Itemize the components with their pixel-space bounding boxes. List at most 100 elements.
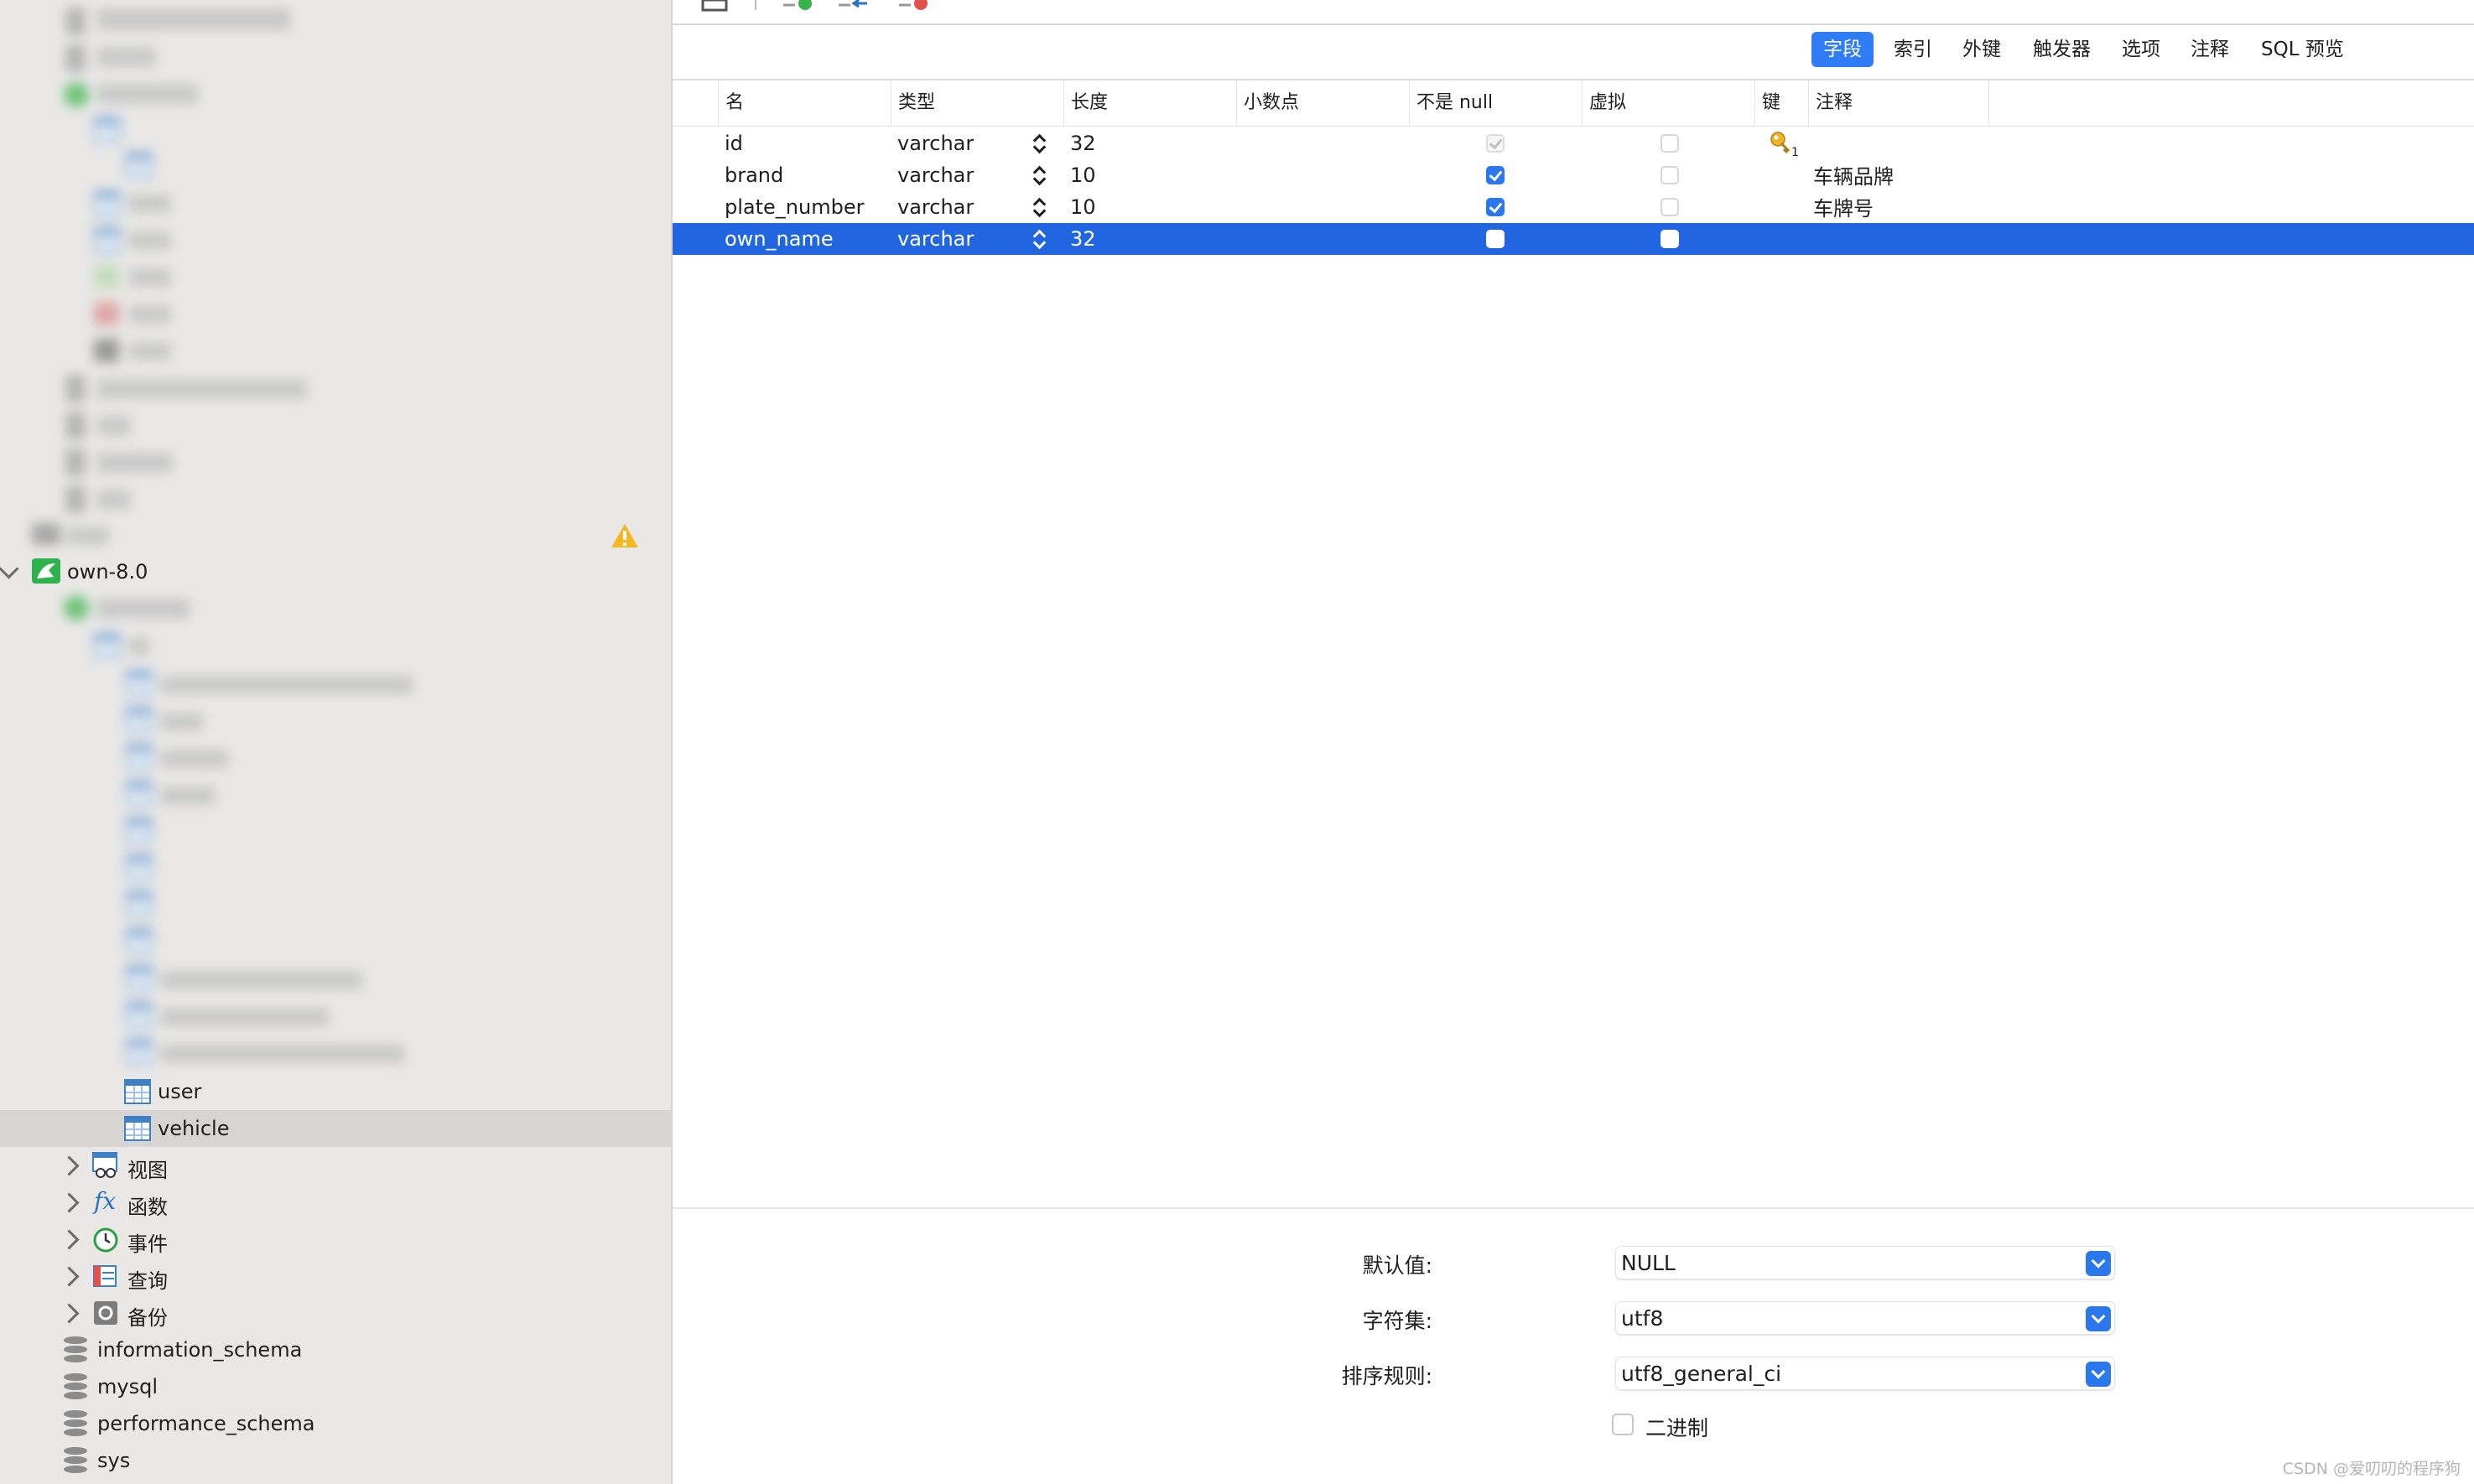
tab-options[interactable]: 选项: [2110, 32, 2172, 67]
add-field-icon[interactable]: [782, 0, 819, 12]
column-header-not-null[interactable]: 不是 null: [1409, 80, 1582, 126]
tab-sql-preview[interactable]: SQL 预览: [2249, 32, 2356, 67]
field-length[interactable]: 32: [1070, 127, 1096, 159]
column-header-comment[interactable]: 注释: [1808, 80, 1989, 126]
field-name[interactable]: plate_number: [725, 191, 864, 223]
chevron-right-icon[interactable]: [59, 1155, 80, 1176]
default-value-label: 默认值:: [1362, 1253, 1432, 1278]
field-row[interactable]: brand varchar 10 车辆品牌: [673, 159, 2474, 191]
group-backups[interactable]: 备份: [0, 1295, 671, 1331]
database-name: sys: [97, 1449, 131, 1472]
binary-label: 二进制: [1645, 1416, 1709, 1440]
field-length[interactable]: 10: [1070, 159, 1096, 191]
collation-label: 排序规则:: [1341, 1364, 1432, 1388]
virtual-checkbox[interactable]: [1661, 166, 1679, 184]
group-label: 备份: [127, 1306, 168, 1330]
group-views[interactable]: 视图: [0, 1147, 671, 1184]
group-label: 视图: [127, 1159, 168, 1182]
insert-field-icon[interactable]: [837, 0, 874, 12]
column-header-length[interactable]: 长度: [1063, 80, 1236, 126]
tab-foreign-keys[interactable]: 外键: [1951, 32, 2013, 67]
field-row[interactable]: id varchar 32 1: [673, 127, 2474, 159]
field-type[interactable]: varchar: [897, 127, 974, 159]
table-name: user: [158, 1080, 202, 1103]
warning-icon[interactable]: [611, 523, 639, 548]
database-item-performance-schema[interactable]: performance_schema: [0, 1405, 671, 1442]
group-label: 事件: [127, 1232, 168, 1256]
chevron-down-icon[interactable]: [2086, 1251, 2111, 1276]
column-header-virtual[interactable]: 虚拟: [1582, 80, 1754, 126]
chevron-down-icon[interactable]: [2086, 1362, 2111, 1387]
field-type[interactable]: varchar: [897, 191, 974, 223]
chevron-right-icon[interactable]: [59, 1266, 80, 1287]
not-null-checkbox[interactable]: [1486, 166, 1505, 184]
database-icon: [64, 1447, 87, 1474]
column-header-name[interactable]: 名: [718, 80, 891, 126]
default-value: NULL: [1621, 1251, 1676, 1275]
table-name: vehicle: [158, 1117, 230, 1140]
virtual-checkbox[interactable]: [1661, 230, 1679, 248]
database-icon: [64, 8, 87, 35]
field-length[interactable]: 10: [1070, 191, 1096, 223]
mysql-connection-icon: [32, 558, 60, 584]
not-null-checkbox[interactable]: [1486, 198, 1505, 216]
virtual-checkbox[interactable]: [1661, 198, 1679, 216]
database-name: performance_schema: [97, 1412, 315, 1435]
chevron-right-icon[interactable]: [59, 1303, 80, 1324]
field-type[interactable]: varchar: [897, 223, 974, 255]
charset-label: 字符集:: [1362, 1309, 1432, 1333]
tab-comments[interactable]: 注释: [2179, 32, 2241, 67]
field-length[interactable]: 32: [1070, 223, 1096, 255]
column-header-decimals[interactable]: 小数点: [1236, 80, 1409, 126]
database-icon: [64, 1410, 87, 1437]
table-item-vehicle[interactable]: vehicle: [0, 1110, 671, 1147]
binary-checkbox[interactable]: [1612, 1414, 1634, 1435]
not-null-checkbox[interactable]: [1486, 134, 1505, 153]
field-name[interactable]: own_name: [725, 223, 834, 255]
chevron-right-icon[interactable]: [59, 1229, 80, 1250]
database-icon: [64, 1373, 87, 1400]
field-name[interactable]: id: [725, 127, 743, 159]
type-stepper-icon[interactable]: [1033, 163, 1045, 188]
chevron-right-icon[interactable]: [59, 1192, 80, 1213]
views-icon: [92, 1152, 117, 1178]
field-row-selected[interactable]: own_name varchar 32: [673, 223, 2474, 255]
table-item-user[interactable]: user: [0, 1073, 671, 1110]
delete-field-icon[interactable]: [897, 0, 934, 12]
charset-value: utf8: [1621, 1306, 1664, 1331]
tab-fields[interactable]: 字段: [1811, 32, 1874, 67]
navigation-sidebar: own-8.0 user vehicle 视图 fx 函数 事件 查询 备份 i…: [0, 0, 673, 1484]
field-row[interactable]: plate_number varchar 10 车牌号: [673, 191, 2474, 223]
field-comment[interactable]: 车辆品牌: [1813, 161, 1894, 193]
column-header-key[interactable]: 键: [1754, 80, 1808, 126]
chevron-down-icon[interactable]: [2086, 1306, 2111, 1331]
database-item-information-schema[interactable]: information_schema: [0, 1331, 671, 1368]
charset-select[interactable]: utf8: [1615, 1301, 2115, 1335]
database-name: mysql: [97, 1375, 158, 1398]
tab-indexes[interactable]: 索引: [1882, 32, 1944, 67]
table-icon: [124, 1079, 151, 1104]
type-stepper-icon[interactable]: [1033, 226, 1045, 252]
default-value-combobox[interactable]: NULL: [1615, 1246, 2115, 1279]
chevron-down-icon[interactable]: [0, 558, 19, 579]
clock-icon: [93, 1227, 118, 1253]
field-comment[interactable]: 车牌号: [1813, 193, 1874, 225]
not-null-checkbox[interactable]: [1486, 230, 1505, 248]
watermark: CSDN @爱叨叨的程序狗: [2282, 1460, 2461, 1478]
primary-key-icon: 1: [1770, 132, 1799, 158]
group-queries[interactable]: 查询: [0, 1258, 671, 1295]
database-item-sys[interactable]: sys: [0, 1442, 671, 1479]
type-stepper-icon[interactable]: [1033, 195, 1045, 220]
group-functions[interactable]: fx 函数: [0, 1184, 671, 1221]
save-icon[interactable]: [701, 0, 730, 12]
group-events[interactable]: 事件: [0, 1221, 671, 1258]
field-type[interactable]: varchar: [897, 159, 974, 191]
field-name[interactable]: brand: [725, 159, 783, 191]
collation-select[interactable]: utf8_general_ci: [1615, 1357, 2115, 1390]
type-stepper-icon[interactable]: [1033, 131, 1045, 156]
database-item-mysql[interactable]: mysql: [0, 1368, 671, 1405]
virtual-checkbox[interactable]: [1661, 134, 1679, 153]
tab-triggers[interactable]: 触发器: [2021, 32, 2102, 67]
column-header-type[interactable]: 类型: [891, 80, 1063, 126]
connection-row[interactable]: own-8.0: [0, 553, 671, 590]
